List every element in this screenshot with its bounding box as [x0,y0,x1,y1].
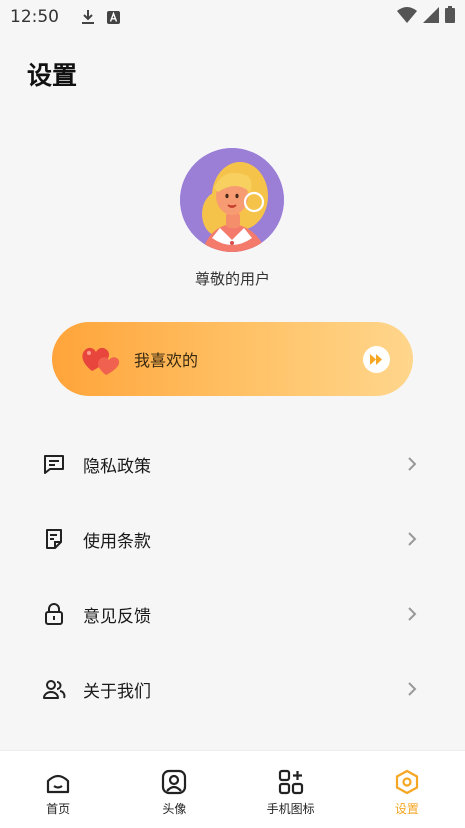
chevron-right-icon [407,681,417,697]
favorites-card[interactable]: 我喜欢的 [52,322,413,396]
users-icon [42,677,66,701]
avatar[interactable] [180,148,284,252]
lock-icon [42,602,66,626]
tab-home[interactable]: 首页 [0,751,116,828]
tab-label: 首页 [46,802,71,816]
menu-item-label: 隐私政策 [83,456,151,477]
user-name: 尊敬的用户 [194,270,270,288]
tab-avatar[interactable]: 头像 [116,751,232,828]
menu-item-label: 关于我们 [83,681,151,702]
chevron-right-icon [407,606,417,622]
status-time: 12:50 [10,7,59,27]
tab-phone-icons[interactable]: 手机图标 [233,751,349,828]
document-icon [42,527,66,551]
settings-hex-icon [394,769,420,795]
tab-label: 设置 [394,802,419,816]
menu-item-label: 使用条款 [83,531,151,552]
hearts-icon [80,341,122,377]
message-square-icon [42,452,66,476]
signal-icon [423,6,439,28]
menu-item-terms-of-use[interactable]: 使用条款 [0,509,465,569]
a-badge-icon [107,10,120,24]
download-icon [81,9,95,25]
home-icon [45,769,71,795]
avatar-icon [161,769,187,795]
menu-item-label: 意见反馈 [83,606,151,627]
status-bar: 12:50 [0,0,465,34]
battery-icon [445,6,455,28]
app-grid-icon [278,769,304,795]
favorites-label: 我喜欢的 [134,351,199,370]
chevron-right-icon [407,456,417,472]
menu-item-about-us[interactable]: 关于我们 [0,659,465,719]
menu-item-privacy-policy[interactable]: 隐私政策 [0,434,465,494]
menu-item-feedback[interactable]: 意见反馈 [0,584,465,644]
tab-settings[interactable]: 设置 [349,751,465,828]
tab-label: 头像 [162,802,187,816]
tab-label: 手机图标 [266,802,315,816]
bottom-tab-bar: 首页 头像 手机图标 设置 [0,750,465,828]
chevron-right-icon [407,531,417,547]
play-forward-icon[interactable] [363,345,390,373]
wifi-icon [397,6,417,28]
page-title: 设置 [27,61,78,90]
